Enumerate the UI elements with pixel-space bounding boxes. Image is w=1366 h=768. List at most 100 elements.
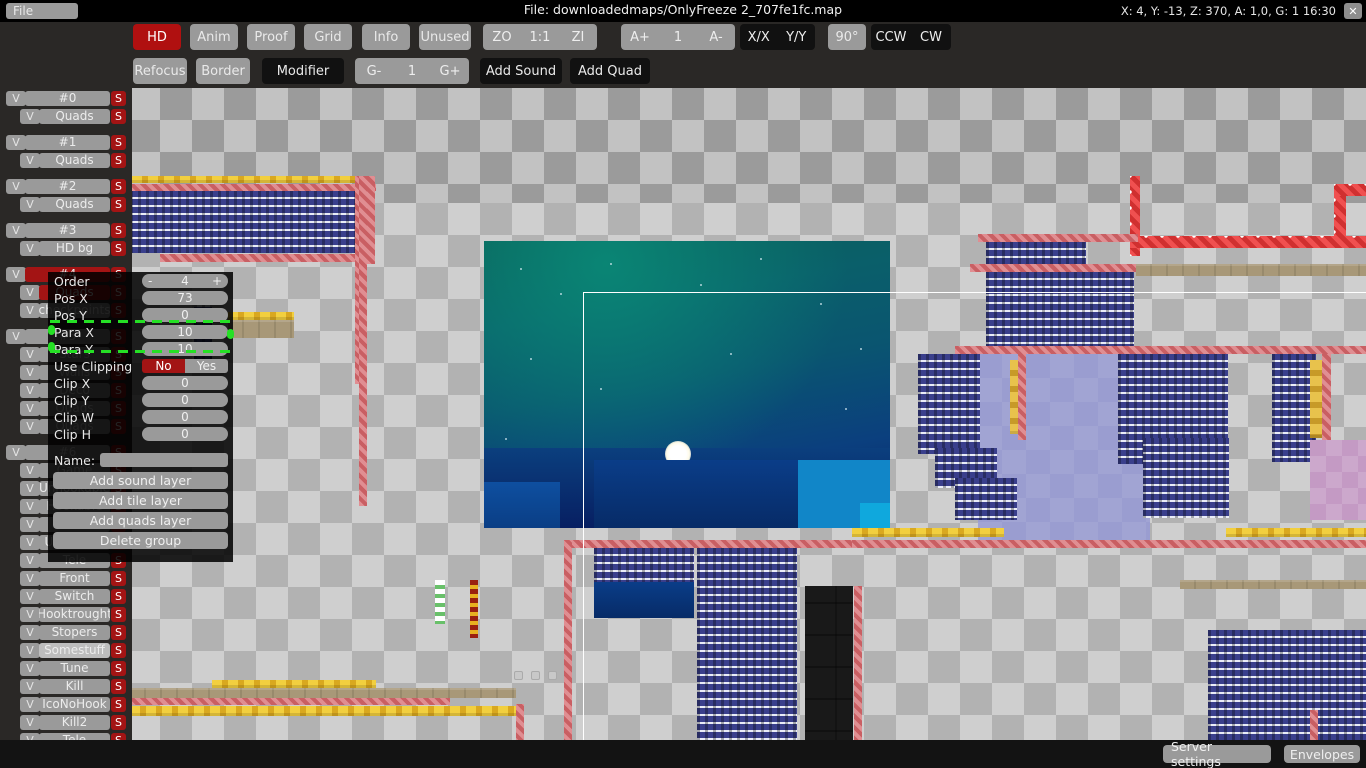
add-sound-button[interactable]: Add Sound: [480, 58, 562, 84]
layer-group-row[interactable]: V#3S: [0, 222, 132, 238]
layer-row[interactable]: VHooktroughtS: [0, 606, 132, 622]
grid-size-group[interactable]: G- 1 G+: [355, 58, 469, 84]
rotate-ccw-button[interactable]: CCW: [871, 30, 911, 45]
clipping-no-option[interactable]: No: [142, 359, 185, 373]
layer-visibility-toggle[interactable]: V: [20, 535, 40, 550]
refocus-button[interactable]: Refocus: [133, 58, 187, 84]
layer-solo-toggle[interactable]: S: [111, 571, 126, 586]
clipping-yes-option[interactable]: Yes: [185, 359, 228, 373]
toolbar-proof-button[interactable]: Proof: [247, 24, 295, 50]
layer-row[interactable]: VSomestuffS: [0, 642, 132, 658]
layer-solo-toggle[interactable]: S: [111, 241, 126, 256]
layer-visibility-toggle[interactable]: V: [20, 153, 40, 168]
layer-visibility-toggle[interactable]: V: [20, 499, 40, 514]
toolbar-anim-button[interactable]: Anim: [190, 24, 238, 50]
group-property-value[interactable]: 10: [142, 325, 228, 339]
layer-name-label[interactable]: IcoNoHook: [39, 697, 110, 712]
layer-name-label[interactable]: Front: [39, 571, 110, 586]
layer-visibility-toggle[interactable]: V: [20, 463, 40, 478]
layer-solo-toggle[interactable]: S: [111, 153, 126, 168]
layer-solo-toggle[interactable]: S: [111, 715, 126, 730]
layer-visibility-toggle[interactable]: V: [20, 661, 40, 676]
close-icon[interactable]: ✕: [1344, 3, 1362, 19]
layer-visibility-toggle[interactable]: V: [20, 401, 40, 416]
layer-visibility-toggle[interactable]: V: [20, 383, 40, 398]
anim-decrease-button[interactable]: A-: [697, 30, 735, 45]
layer-name-label[interactable]: Switch: [39, 589, 110, 604]
group-property-value[interactable]: 0: [142, 376, 228, 390]
group-properties-popup[interactable]: Order-4+Pos X73Pos Y0Para X10Para Y10Use…: [48, 272, 233, 562]
layer-visibility-toggle[interactable]: V: [20, 419, 40, 434]
zoom-control-group[interactable]: ZO 1:1 ZI: [483, 24, 597, 50]
layer-visibility-toggle[interactable]: V: [20, 715, 40, 730]
layer-visibility-toggle[interactable]: V: [20, 571, 40, 586]
layer-solo-toggle[interactable]: S: [111, 697, 126, 712]
layer-name-label[interactable]: Somestuff: [39, 643, 110, 658]
layer-visibility-toggle[interactable]: V: [20, 109, 40, 124]
layer-visibility-toggle[interactable]: V: [20, 517, 40, 532]
layer-visibility-toggle[interactable]: V: [20, 589, 40, 604]
toolbar-grid-button[interactable]: Grid: [304, 24, 352, 50]
envelopes-button[interactable]: Envelopes: [1284, 745, 1360, 763]
layer-row[interactable]: VKillS: [0, 678, 132, 694]
rotate-cw-button[interactable]: CW: [911, 30, 951, 45]
group-property-value[interactable]: 0: [142, 410, 228, 424]
layer-visibility-toggle[interactable]: V: [20, 607, 40, 622]
toolbar-unused-button[interactable]: Unused: [419, 24, 471, 50]
layer-name-label[interactable]: Tune: [39, 661, 110, 676]
layer-solo-toggle[interactable]: S: [111, 223, 126, 238]
zoom-reset-button[interactable]: 1:1: [521, 30, 559, 45]
layer-visibility-toggle[interactable]: V: [6, 445, 26, 460]
flip-y-button[interactable]: Y/Y: [778, 30, 816, 45]
layer-visibility-toggle[interactable]: V: [6, 91, 26, 106]
modifier-button[interactable]: Modifier: [262, 58, 344, 84]
layer-name-label[interactable]: Kill: [39, 679, 110, 694]
add-quad-button[interactable]: Add Quad: [570, 58, 650, 84]
layer-group-row[interactable]: V#1S: [0, 134, 132, 150]
use-clipping-toggle[interactable]: NoYes: [142, 359, 228, 373]
layer-group-row[interactable]: V#2S: [0, 178, 132, 194]
layer-solo-toggle[interactable]: S: [111, 679, 126, 694]
layer-row[interactable]: VSwitchS: [0, 588, 132, 604]
layer-row[interactable]: VIcoNoHookS: [0, 696, 132, 712]
grid-decrease-button[interactable]: G-: [355, 64, 393, 79]
layer-name-label[interactable]: Quads: [39, 109, 110, 124]
group-property-value[interactable]: 0: [142, 427, 228, 441]
group-property-value[interactable]: 10: [142, 342, 228, 356]
layer-row[interactable]: VKill2S: [0, 714, 132, 730]
layer-solo-toggle[interactable]: S: [111, 643, 126, 658]
layer-solo-toggle[interactable]: S: [111, 625, 126, 640]
toolbar-info-button[interactable]: Info: [362, 24, 410, 50]
layer-solo-toggle[interactable]: S: [111, 197, 126, 212]
layer-visibility-toggle[interactable]: V: [20, 197, 40, 212]
flip-x-button[interactable]: X/X: [740, 30, 778, 45]
toolbar-hd-button[interactable]: HD: [133, 24, 181, 50]
layer-solo-toggle[interactable]: S: [111, 91, 126, 106]
layer-name-label[interactable]: Stopers: [39, 625, 110, 640]
layer-solo-toggle[interactable]: S: [111, 589, 126, 604]
layer-name-label[interactable]: Quads: [39, 153, 110, 168]
layer-name-label[interactable]: #0: [25, 91, 110, 106]
layer-visibility-toggle[interactable]: V: [6, 267, 26, 282]
layer-group-row[interactable]: V#0S: [0, 90, 132, 106]
order-increment-button[interactable]: +: [212, 274, 222, 288]
layer-visibility-toggle[interactable]: V: [20, 553, 40, 568]
layer-visibility-toggle[interactable]: V: [6, 135, 26, 150]
layer-solo-toggle[interactable]: S: [111, 607, 126, 622]
layer-visibility-toggle[interactable]: V: [20, 643, 40, 658]
flip-group[interactable]: X/X Y/Y: [740, 24, 815, 50]
layer-row[interactable]: VHD bgS: [0, 240, 132, 256]
group-property-value[interactable]: -4+: [142, 274, 228, 288]
layer-name-label[interactable]: HD bg: [39, 241, 110, 256]
border-button[interactable]: Border: [196, 58, 250, 84]
layer-visibility-toggle[interactable]: V: [20, 347, 40, 362]
layer-visibility-toggle[interactable]: V: [20, 303, 40, 318]
layer-visibility-toggle[interactable]: V: [6, 329, 26, 344]
grid-increase-button[interactable]: G+: [431, 64, 469, 79]
layer-visibility-toggle[interactable]: V: [20, 365, 40, 380]
group-property-value[interactable]: 73: [142, 291, 228, 305]
layer-visibility-toggle[interactable]: V: [20, 625, 40, 640]
layer-solo-toggle[interactable]: S: [111, 661, 126, 676]
layer-solo-toggle[interactable]: S: [111, 179, 126, 194]
anim-speed-group[interactable]: A+ 1 A-: [621, 24, 735, 50]
